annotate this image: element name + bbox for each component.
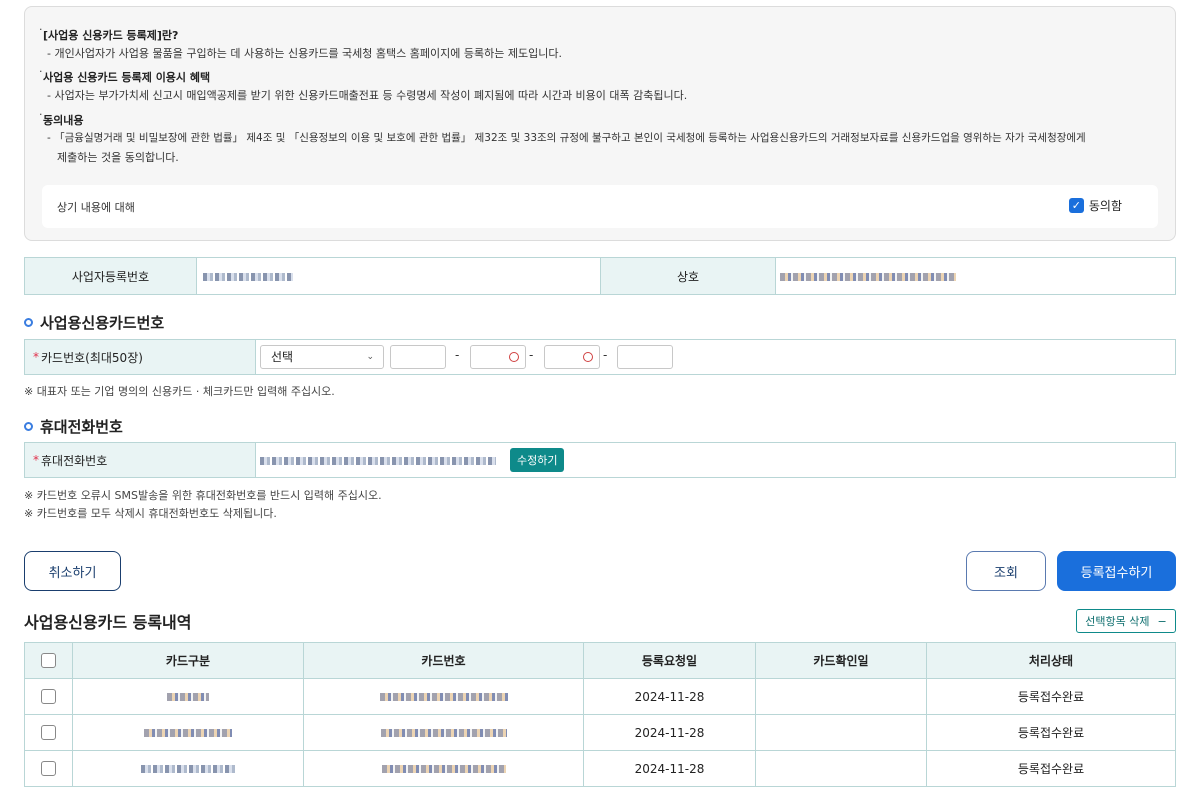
phone-note-2: ※ 카드번호를 모두 삭제시 휴대전화번호도 삭제됩니다. <box>24 507 277 520</box>
reg-no-value <box>196 257 601 295</box>
phone-section-heading: 휴대전화번호 <box>40 418 123 436</box>
chevron-down-icon: ⌄ <box>366 352 374 362</box>
request-date-cell: 2024-11-28 <box>583 678 756 715</box>
card-type-cell <box>72 714 304 751</box>
card-number-cell <box>303 678 584 715</box>
card-number-input-4[interactable] <box>617 345 673 369</box>
phone-section-title: 휴대전화번호 <box>24 416 123 437</box>
phone-label-text: 휴대전화번호 <box>41 453 108 468</box>
table-row: 2024-11-28 등록접수완료 <box>24 678 1176 715</box>
card-number-label: * 카드번호(최대50장) <box>25 340 256 374</box>
card-number-input-3[interactable] <box>544 345 600 369</box>
separator: - <box>529 348 534 362</box>
confirm-date-cell <box>755 750 927 787</box>
row-checkbox-cell <box>24 714 73 751</box>
request-date-cell: 2024-11-28 <box>583 750 756 787</box>
business-name-value <box>775 257 1176 295</box>
row-checkbox-cell <box>24 750 73 787</box>
card-number-row: * 카드번호(최대50장) 선택 ⌄ - - - <box>24 339 1176 375</box>
checkmark-icon[interactable]: ✓ <box>1068 198 1084 213</box>
table-row: 2024-11-28 등록접수완료 <box>24 750 1176 787</box>
select-value: 선택 <box>271 350 294 364</box>
required-mark: * <box>33 453 39 467</box>
agree-box: 상기 내용에 대해 ✓ 동의함 <box>42 185 1158 228</box>
bullet-icon <box>24 422 33 431</box>
registration-table: 카드구분 카드번호 등록요청일 카드확인일 처리상태 2024-11-28 등록… <box>24 642 1176 787</box>
cancel-button[interactable]: 취소하기 <box>24 551 121 591</box>
card-type-cell <box>72 750 304 787</box>
notice-body: - 개인사업자가 사업용 물품을 구입하는 데 사용하는 신용카드를 국세청 홈… <box>47 47 562 60</box>
lookup-button[interactable]: 조회 <box>966 551 1046 591</box>
col-card-number: 카드번호 <box>303 642 584 679</box>
row-checkbox[interactable] <box>41 689 56 704</box>
request-date-cell: 2024-11-28 <box>583 714 756 751</box>
row-checkbox[interactable] <box>41 725 56 740</box>
reg-no-label: 사업자등록번호 <box>24 257 197 295</box>
delete-selected-label: 선택항목 삭제 <box>1085 615 1150 628</box>
card-number-cell <box>303 750 584 787</box>
card-number-label-text: 카드번호(최대50장) <box>41 350 143 365</box>
phone-note-1: ※ 카드번호 오류시 SMS발송을 위한 휴대전화번호를 반드시 입력해 주십시… <box>24 489 382 502</box>
row-checkbox-cell <box>24 678 73 715</box>
confirm-date-cell <box>755 714 927 751</box>
agree-label: 동의함 <box>1088 199 1122 213</box>
card-number-input-2[interactable] <box>470 345 526 369</box>
consent-notice: [사업용 신용카드 등록제]란? - 개인사업자가 사업용 물품을 구입하는 데… <box>24 6 1176 241</box>
card-section-heading: 사업용신용카드번호 <box>40 314 165 332</box>
submit-button[interactable]: 등록접수하기 <box>1057 551 1176 591</box>
required-mark: * <box>33 350 39 364</box>
separator: - <box>603 348 608 362</box>
notice-body: - 「금융실명거래 및 비밀보장에 관한 법률」 제4조 및 「신용정보의 이용… <box>47 132 1086 144</box>
mask-icon <box>509 352 519 362</box>
notice-title: [사업용 신용카드 등록제]란? <box>43 27 562 43</box>
status-cell: 등록접수완료 <box>926 750 1176 787</box>
card-number-cell <box>303 714 584 751</box>
notice-body: - 사업자는 부가가치세 신고시 매입액공제를 받기 위한 신용카드매출전표 등… <box>47 89 688 102</box>
status-cell: 등록접수완료 <box>926 678 1176 715</box>
business-name-label: 상호 <box>600 257 776 295</box>
row-checkbox[interactable] <box>41 761 56 776</box>
bullet-icon <box>24 318 33 327</box>
card-company-select[interactable]: 선택 ⌄ <box>260 345 384 369</box>
notice-section-definition: [사업용 신용카드 등록제]란? - 개인사업자가 사업용 물품을 구입하는 데… <box>43 27 562 64</box>
phone-row: * 휴대전화번호 수정하기 <box>24 442 1176 478</box>
phone-input[interactable] <box>260 449 506 473</box>
col-request-date: 등록요청일 <box>583 642 756 679</box>
card-note: ※ 대표자 또는 기업 명의의 신용카드 · 체크카드만 입력해 주십시오. <box>24 385 335 398</box>
minus-icon: − <box>1157 614 1167 628</box>
notice-body: 제출하는 것을 동의합니다. <box>57 151 179 164</box>
agree-checkbox[interactable]: ✓ 동의함 <box>1068 197 1122 214</box>
business-info-table: 사업자등록번호 상호 <box>24 257 1176 295</box>
col-status: 처리상태 <box>926 642 1176 679</box>
notice-title: 사업용 신용카드 등록제 이용시 혜택 <box>43 69 687 85</box>
list-title: 사업용신용카드 등록내역 <box>24 613 192 632</box>
select-all-checkbox[interactable] <box>41 653 56 668</box>
edit-phone-button[interactable]: 수정하기 <box>510 448 565 472</box>
delete-selected-button[interactable]: 선택항목 삭제 − <box>1076 609 1176 633</box>
agree-prompt: 상기 내용에 대해 <box>57 201 135 214</box>
card-section-title: 사업용신용카드번호 <box>24 312 164 333</box>
confirm-date-cell <box>755 678 927 715</box>
separator: - <box>455 348 460 362</box>
table-row: 2024-11-28 등록접수완료 <box>24 714 1176 751</box>
select-all-cell <box>24 642 73 679</box>
notice-section-benefit: 사업용 신용카드 등록제 이용시 혜택 - 사업자는 부가가치세 신고시 매입액… <box>43 69 687 106</box>
card-number-input-1[interactable] <box>390 345 446 369</box>
mask-icon <box>583 352 593 362</box>
col-confirm-date: 카드확인일 <box>755 642 927 679</box>
status-cell: 등록접수완료 <box>926 714 1176 751</box>
phone-label: * 휴대전화번호 <box>25 443 256 477</box>
notice-title: 동의내용 <box>43 112 1086 128</box>
notice-section-consent: 동의내용 - 「금융실명거래 및 비밀보장에 관한 법률」 제4조 및 「신용정… <box>43 112 1086 168</box>
table-header-row: 카드구분 카드번호 등록요청일 카드확인일 처리상태 <box>24 642 1176 679</box>
col-card-type: 카드구분 <box>72 642 304 679</box>
card-type-cell <box>72 678 304 715</box>
